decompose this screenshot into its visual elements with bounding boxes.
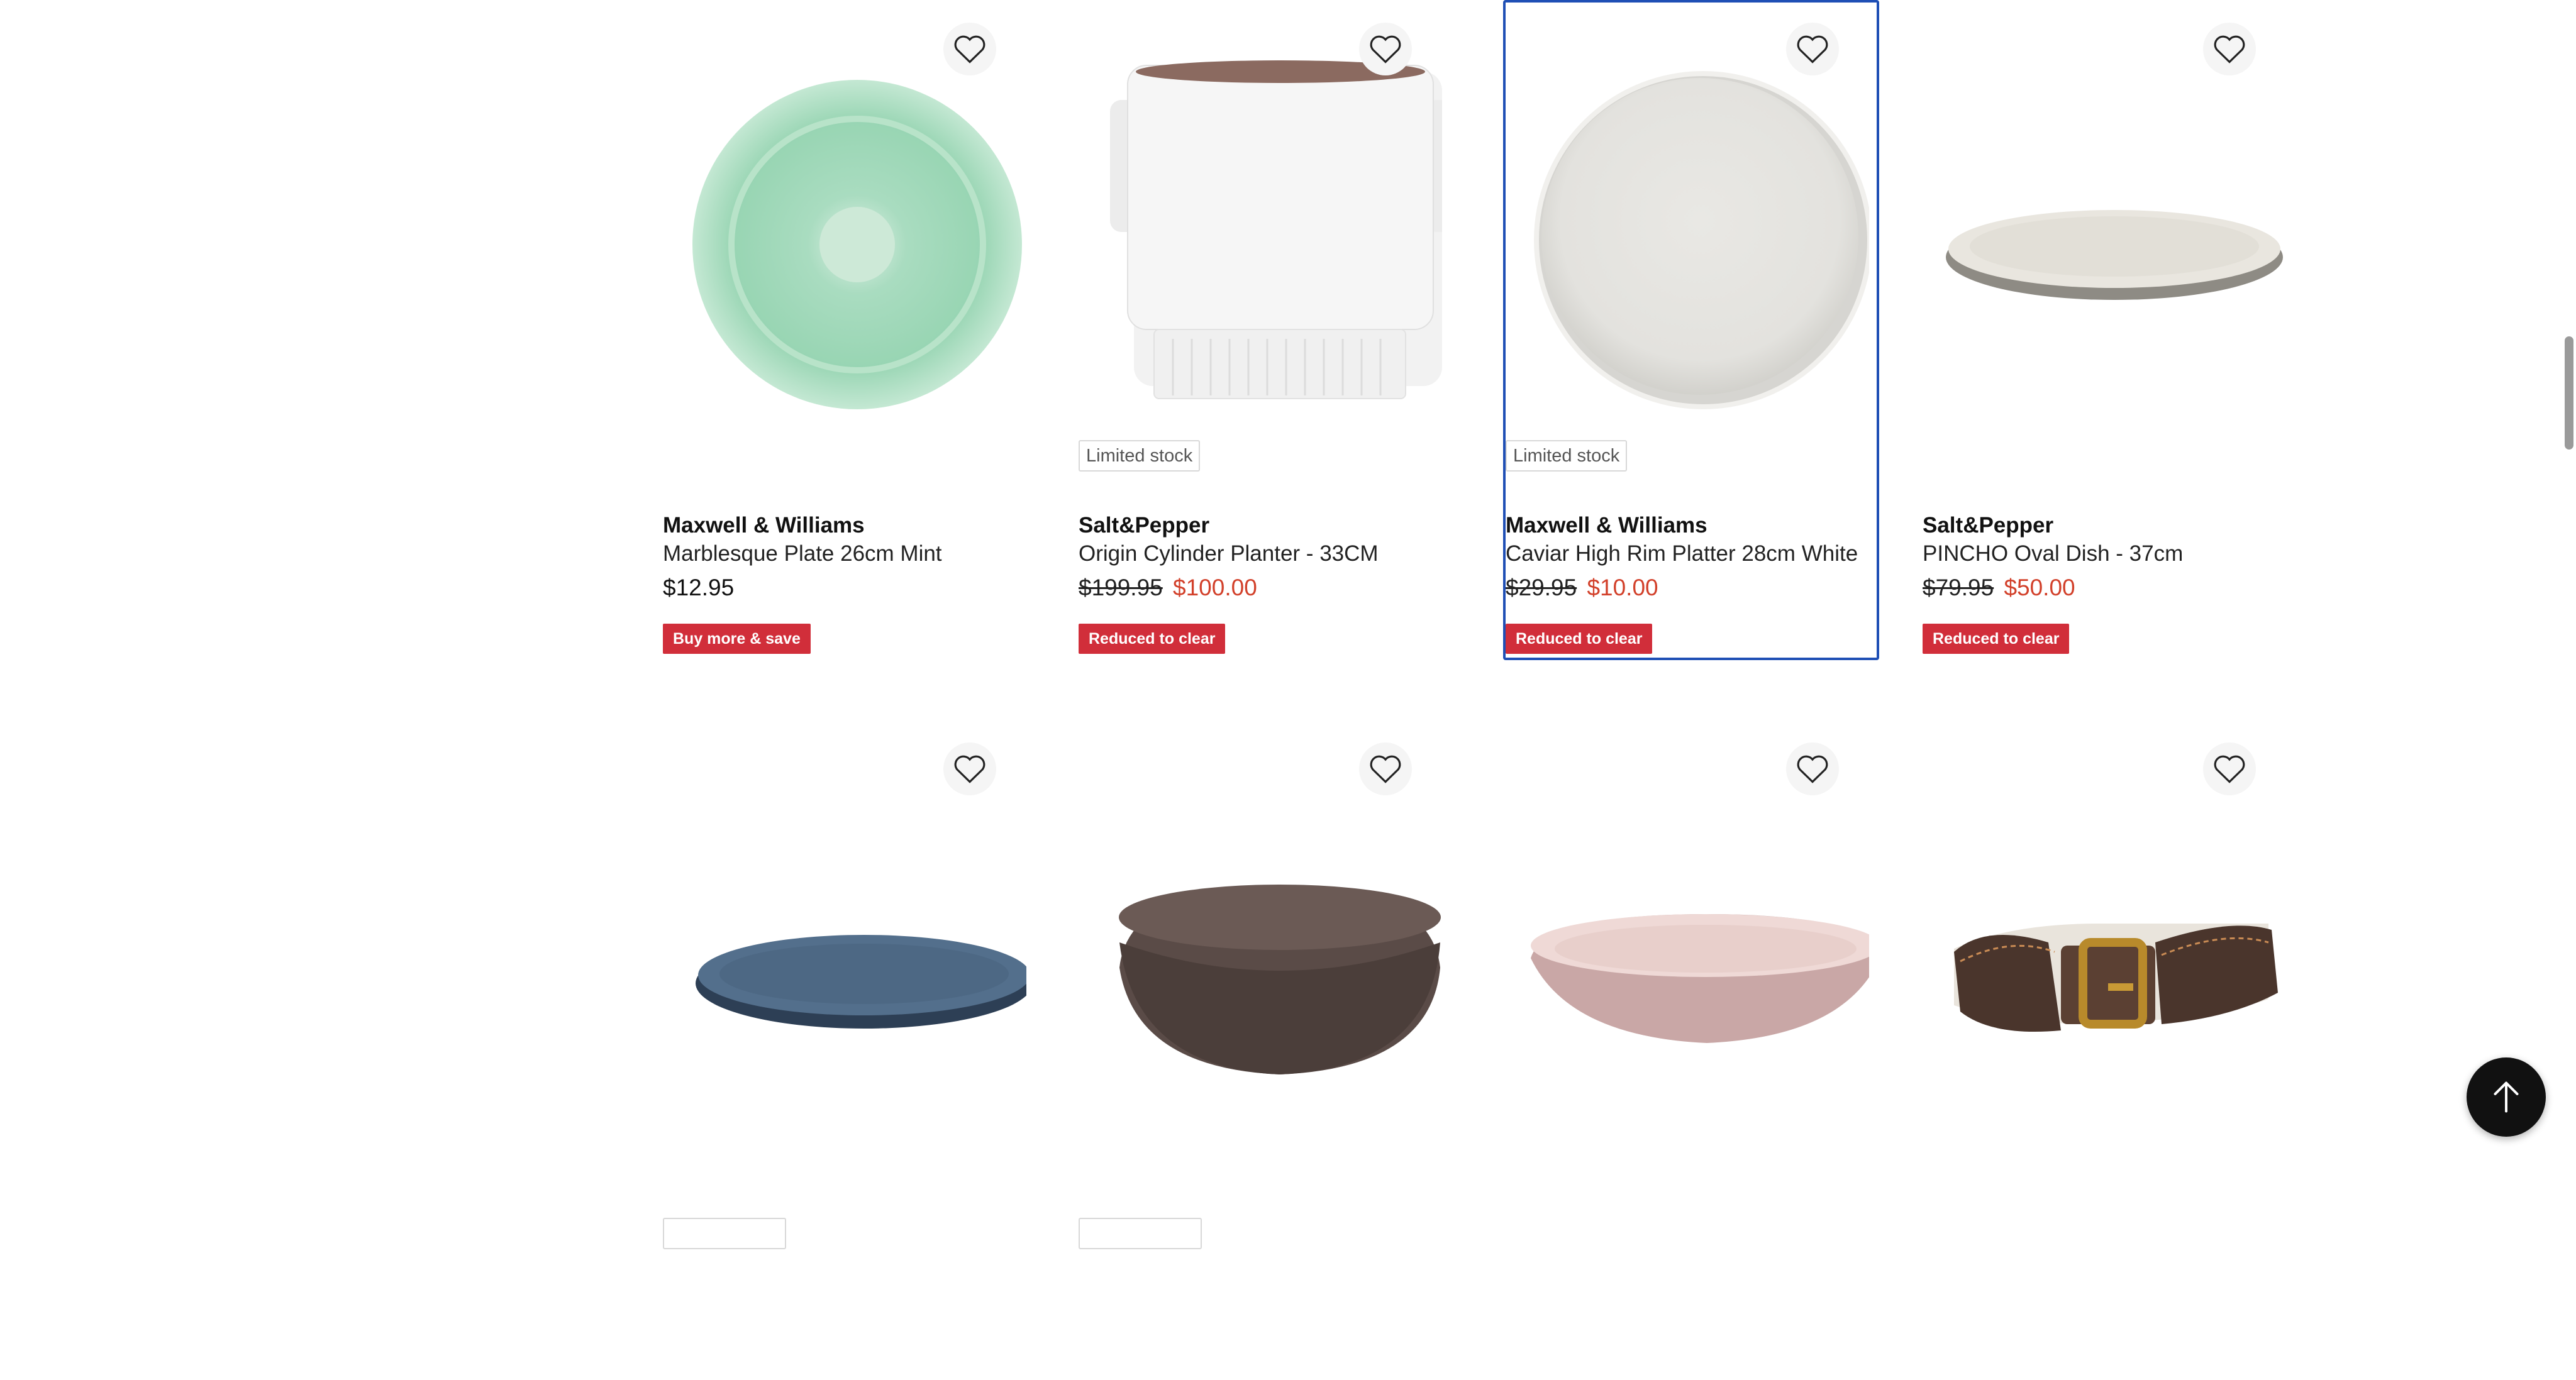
product-image[interactable] bbox=[1935, 735, 2286, 1162]
product-was-price: $199.95 bbox=[1079, 575, 1163, 600]
product-card[interactable] bbox=[1503, 720, 1879, 1380]
product-price-row: $79.95 $50.00 bbox=[1923, 575, 2075, 601]
heart-outline-icon bbox=[1370, 755, 1401, 783]
heart-outline-icon bbox=[2214, 755, 2245, 783]
product-price-row: $29.95 $10.00 bbox=[1506, 575, 1658, 601]
promo-badge: Reduced to clear bbox=[1506, 624, 1653, 654]
heart-outline-icon bbox=[2214, 35, 2245, 63]
product-image[interactable] bbox=[675, 735, 1026, 1162]
product-card[interactable]: Limited stock Salt&Pepper Origin Cylinde… bbox=[1076, 0, 1452, 660]
product-image[interactable] bbox=[1518, 735, 1869, 1162]
wishlist-button[interactable] bbox=[1359, 742, 1412, 795]
product-name[interactable]: Origin Cylinder Planter - 33CM bbox=[1079, 541, 1379, 566]
product-image[interactable] bbox=[1935, 15, 2286, 443]
promo-badge: Reduced to clear bbox=[1079, 624, 1226, 654]
product-name[interactable]: PINCHO Oval Dish - 37cm bbox=[1923, 541, 2183, 566]
product-sale-price: $50.00 bbox=[2004, 575, 2075, 600]
product-image[interactable] bbox=[675, 15, 1026, 443]
product-card[interactable] bbox=[660, 720, 1036, 1380]
product-brand[interactable]: Salt&Pepper bbox=[1079, 513, 1209, 538]
product-card[interactable]: Salt&Pepper PINCHO Oval Dish - 37cm $79.… bbox=[1920, 0, 2296, 660]
heart-outline-icon bbox=[1797, 35, 1828, 63]
product-brand[interactable]: Salt&Pepper bbox=[1923, 513, 2053, 538]
arrow-up-icon bbox=[2494, 1081, 2519, 1113]
product-card[interactable]: Maxwell & Williams Marblesque Plate 26cm… bbox=[660, 0, 1036, 660]
wishlist-button[interactable] bbox=[2203, 23, 2256, 75]
heart-outline-icon bbox=[1370, 35, 1401, 63]
product-sale-price: $100.00 bbox=[1173, 575, 1257, 600]
wishlist-button[interactable] bbox=[1359, 23, 1412, 75]
wishlist-button[interactable] bbox=[943, 23, 996, 75]
scrollbar-thumb[interactable] bbox=[2565, 336, 2573, 450]
product-brand[interactable]: Maxwell & Williams bbox=[1506, 513, 1707, 538]
stock-badge bbox=[1079, 1218, 1202, 1249]
product-name[interactable]: Marblesque Plate 26cm Mint bbox=[663, 541, 942, 566]
product-price-row: $199.95 $100.00 bbox=[1079, 575, 1257, 601]
back-to-top-button[interactable] bbox=[2467, 1057, 2546, 1137]
wishlist-button[interactable] bbox=[943, 742, 996, 795]
product-brand[interactable]: Maxwell & Williams bbox=[663, 513, 865, 538]
wishlist-button[interactable] bbox=[2203, 742, 2256, 795]
product-card[interactable]: Limited stock Maxwell & Williams Caviar … bbox=[1503, 0, 1879, 660]
product-sale-price: $10.00 bbox=[1587, 575, 1658, 600]
product-grid: Maxwell & Williams Marblesque Plate 26cm… bbox=[0, 0, 2576, 1249]
heart-outline-icon bbox=[1797, 755, 1828, 783]
product-image[interactable] bbox=[1091, 735, 1442, 1162]
wishlist-button[interactable] bbox=[1786, 742, 1839, 795]
product-image[interactable] bbox=[1518, 15, 1869, 443]
stock-badge bbox=[663, 1218, 786, 1249]
product-card[interactable] bbox=[1920, 720, 2296, 1380]
heart-outline-icon bbox=[954, 35, 985, 63]
product-was-price: $79.95 bbox=[1923, 575, 1994, 600]
product-card[interactable] bbox=[1076, 720, 1452, 1380]
promo-badge: Reduced to clear bbox=[1923, 624, 2070, 654]
product-price: $12.95 bbox=[663, 575, 735, 600]
product-was-price: $29.95 bbox=[1506, 575, 1577, 600]
stock-badge: Limited stock bbox=[1079, 440, 1201, 472]
product-name[interactable]: Caviar High Rim Platter 28cm White bbox=[1506, 541, 1858, 566]
heart-outline-icon bbox=[954, 755, 985, 783]
stock-badge: Limited stock bbox=[1506, 440, 1628, 472]
promo-badge: Buy more & save bbox=[663, 624, 811, 654]
product-image[interactable] bbox=[1091, 15, 1442, 443]
wishlist-button[interactable] bbox=[1786, 23, 1839, 75]
product-price-row: $12.95 bbox=[663, 575, 734, 601]
